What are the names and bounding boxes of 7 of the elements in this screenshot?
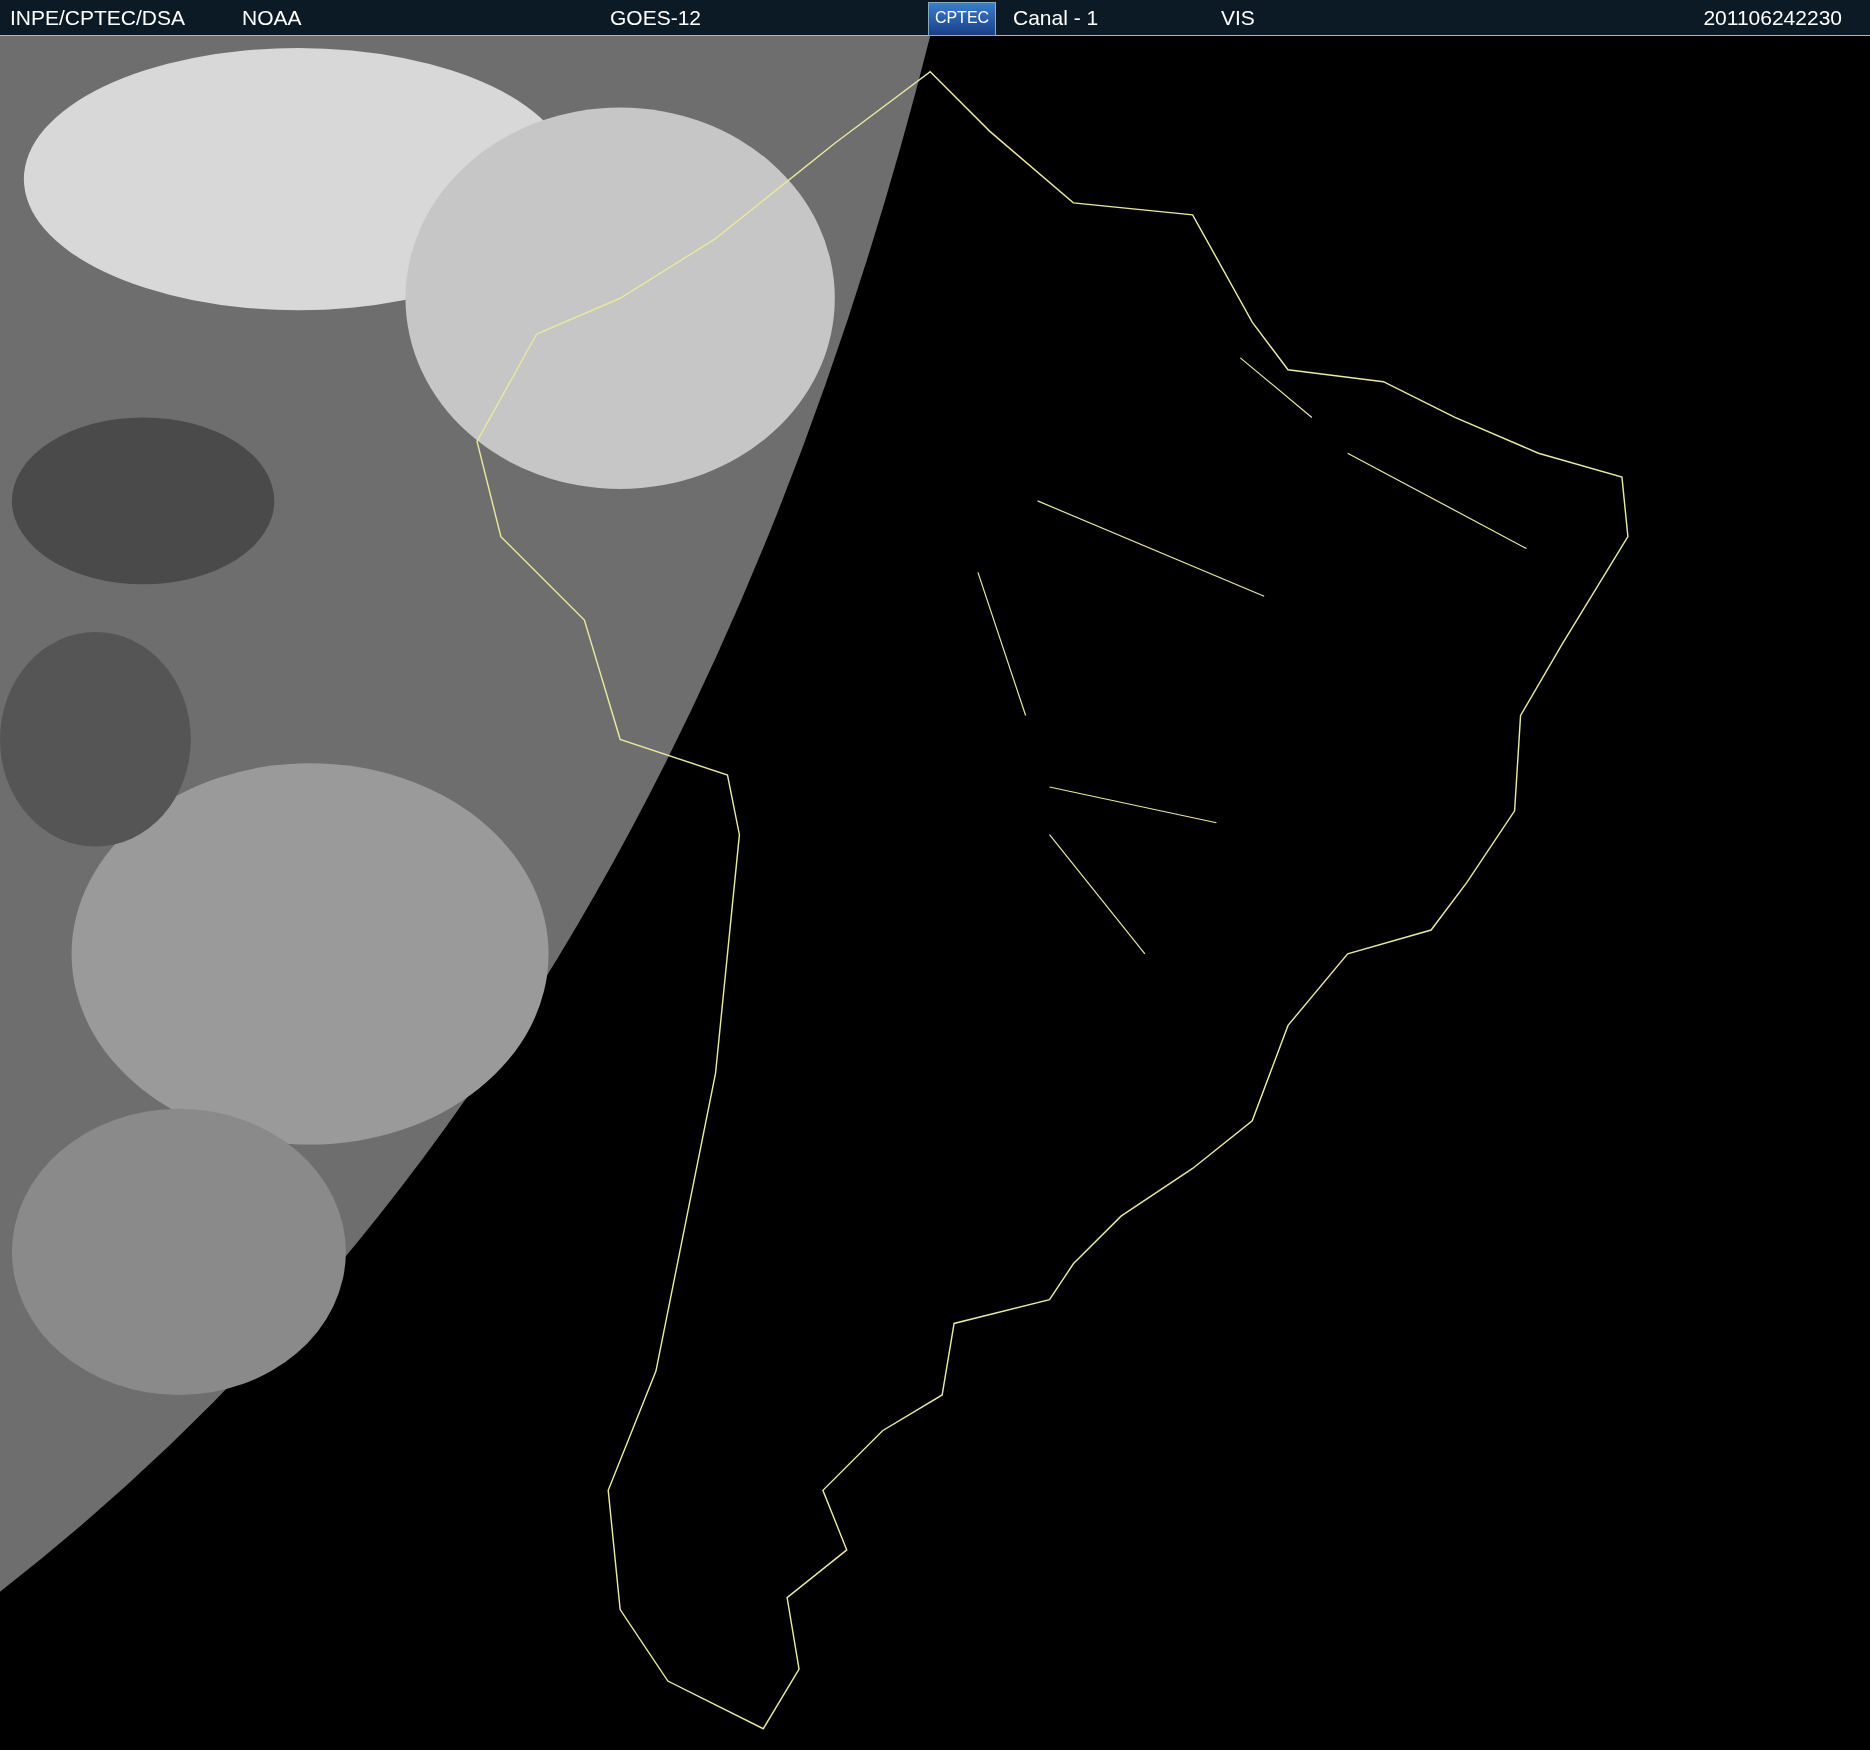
header-label: INPE/CPTEC/DSA (10, 6, 186, 30)
logo-badge: CPTEC (928, 2, 996, 36)
header-label: Canal - 1 (1013, 6, 1099, 30)
header-label: GOES-12 (610, 6, 702, 30)
header-label: 201106242230 (1703, 6, 1842, 30)
header-label: NOAA (242, 6, 302, 30)
header-label: VIS (1221, 6, 1255, 30)
